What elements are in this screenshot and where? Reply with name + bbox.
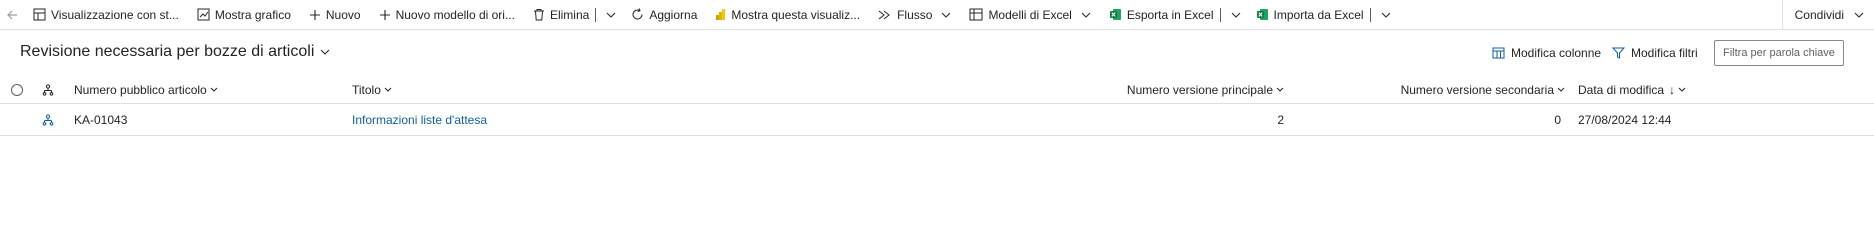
new-label: Nuovo: [325, 7, 361, 22]
flow-icon: [878, 10, 890, 19]
export-excel-button[interactable]: Esporta in Excel: [1100, 0, 1218, 30]
new-template-button[interactable]: Nuovo modello di ori...: [370, 0, 524, 30]
chevron-down-icon: [1557, 87, 1565, 92]
chevron-down-icon: [210, 87, 218, 92]
separator: [1369, 7, 1371, 22]
import-excel-label: Importa da Excel: [1273, 7, 1364, 22]
column-header-label: Numero versione secondaria: [1400, 82, 1554, 97]
refresh-icon: [632, 8, 643, 20]
plus-icon: [309, 9, 320, 20]
column-header-label: Titolo: [352, 82, 381, 97]
edit-columns-label: Modifica colonne: [1511, 46, 1602, 60]
column-header-article-number[interactable]: Numero pubblico articolo: [74, 76, 218, 103]
flow-label: Flusso: [897, 7, 933, 22]
edit-filters-button[interactable]: Modifica filtri: [1612, 46, 1698, 60]
column-header-modified-on[interactable]: Data di modifica ↓: [1578, 76, 1686, 103]
select-all-checkbox[interactable]: [11, 76, 23, 103]
columns-icon: [1492, 47, 1505, 59]
export-excel-more-button[interactable]: [1225, 0, 1247, 30]
chart-icon: [197, 8, 210, 21]
refresh-button[interactable]: Aggiorna: [622, 0, 706, 30]
cell-article-number: KA-01043: [74, 112, 128, 127]
import-excel-button[interactable]: Importa da Excel: [1247, 0, 1368, 30]
plus-icon: [379, 9, 390, 20]
show-in-powerbi-button[interactable]: Mostra questa visualiz...: [706, 0, 869, 30]
chevron-down-icon: [1854, 12, 1864, 18]
column-header-label: Data di modifica: [1578, 82, 1665, 97]
powerbi-icon: [716, 9, 726, 20]
trash-icon: [533, 9, 544, 21]
sort-descending-icon: ↓: [1669, 82, 1676, 97]
export-excel-label: Esporta in Excel: [1126, 7, 1214, 22]
column-header-minor-version[interactable]: Numero versione secondaria: [1401, 76, 1565, 103]
show-chart-button[interactable]: Mostra grafico: [188, 0, 300, 30]
chevron-down-icon: [606, 12, 616, 18]
excel-templates-button[interactable]: Modelli di Excel: [960, 0, 1099, 30]
view-layout-label: Visualizzazione con st...: [51, 7, 179, 22]
column-header-title[interactable]: Titolo: [352, 76, 392, 103]
cell-minor-version: 0: [1554, 112, 1561, 127]
delete-button[interactable]: Elimina: [524, 0, 593, 30]
excel-templates-label: Modelli di Excel: [988, 7, 1072, 22]
chevron-down-icon: [1381, 12, 1390, 18]
layout-icon: [33, 8, 46, 21]
chevron-down-icon: [384, 87, 392, 92]
view-layout-button[interactable]: Visualizzazione con st...: [24, 0, 188, 30]
table-row[interactable]: KA-01043 Informazioni liste d'attesa 2 0…: [0, 104, 1874, 136]
chevron-down-icon: [1276, 87, 1284, 92]
view-selector[interactable]: Revisione necessaria per bozze di artico…: [20, 43, 330, 61]
share-button[interactable]: Condividi: [1781, 0, 1874, 30]
hierarchy-icon: [42, 83, 54, 96]
chevron-down-icon: [1081, 12, 1091, 18]
new-template-label: Nuovo modello di ori...: [395, 7, 515, 22]
command-bar: Visualizzazione con st... Mostra grafico…: [0, 0, 1874, 30]
excel-icon: [1109, 9, 1121, 20]
cell-modified-on: 27/08/2024 12:44: [1578, 112, 1672, 127]
back-arrow-icon: [7, 10, 17, 19]
keyword-filter-input[interactable]: [1714, 40, 1844, 66]
share-label: Condividi: [1794, 8, 1844, 22]
separator: [595, 7, 597, 22]
flow-button[interactable]: Flusso: [869, 0, 960, 30]
chevron-down-icon: [1678, 87, 1686, 92]
hierarchy-column-header[interactable]: [42, 76, 54, 103]
delete-label: Elimina: [549, 7, 590, 22]
excel-icon: [1256, 9, 1268, 20]
refresh-label: Aggiorna: [649, 7, 698, 22]
chevron-down-icon: [1231, 12, 1240, 18]
select-all-radio-icon: [11, 83, 23, 96]
new-button[interactable]: Nuovo: [300, 0, 370, 30]
show-chart-label: Mostra grafico: [214, 7, 291, 22]
hierarchy-icon: [42, 113, 54, 126]
back-button[interactable]: [0, 0, 24, 30]
cell-title-link[interactable]: Informazioni liste d'attesa: [352, 104, 487, 135]
row-hierarchy-button[interactable]: [42, 104, 54, 135]
chevron-down-icon: [942, 12, 951, 18]
column-header-label: Numero pubblico articolo: [74, 82, 207, 97]
delete-more-button[interactable]: [600, 0, 622, 30]
cell-major-version: 2: [1277, 112, 1284, 127]
chevron-down-icon: [321, 49, 330, 55]
filter-icon: [1612, 47, 1625, 59]
import-excel-more-button[interactable]: [1375, 0, 1397, 30]
edit-filters-label: Modifica filtri: [1631, 46, 1698, 60]
edit-columns-button[interactable]: Modifica colonne: [1492, 46, 1601, 60]
column-header-label: Numero versione principale: [1126, 82, 1273, 97]
view-header: Revisione necessaria per bozze di artico…: [0, 30, 1874, 76]
separator: [1219, 7, 1221, 22]
excel-template-icon: [969, 8, 983, 21]
view-title: Revisione necessaria per bozze di artico…: [20, 43, 315, 60]
show-in-powerbi-label: Mostra questa visualiz...: [731, 7, 861, 22]
column-header-major-version[interactable]: Numero versione principale: [1127, 76, 1284, 103]
grid-header: Numero pubblico articolo Titolo Numero v…: [0, 76, 1874, 104]
